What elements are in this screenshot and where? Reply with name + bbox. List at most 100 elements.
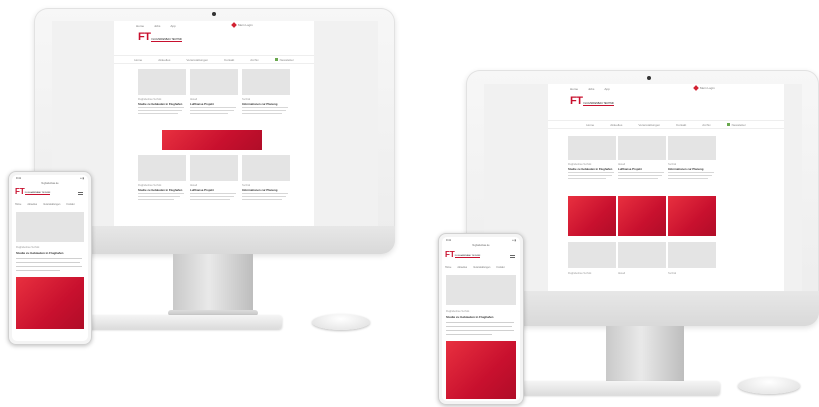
article-red-image[interactable] <box>16 277 84 329</box>
text-line <box>446 334 492 335</box>
login-label: Mein Login <box>700 86 715 90</box>
website-right: Home Jobs App Mein Login FT FLUGHAFENBAU… <box>548 84 784 291</box>
newsletter-icon <box>274 57 278 61</box>
article-image <box>668 136 716 160</box>
article-card[interactable]: Technik <box>668 242 716 291</box>
text-line <box>190 193 236 194</box>
main-nav-item[interactable]: Aktuelles <box>158 58 170 62</box>
article-meta: Technik <box>242 184 251 187</box>
article-meta: Flughafenbau Technik <box>138 184 162 187</box>
newsletter-icon <box>726 122 730 126</box>
top-nav-item[interactable]: App <box>604 87 609 91</box>
top-nav-item[interactable]: Home <box>570 87 578 91</box>
article-meta: Flughafenbau Technik <box>446 310 470 313</box>
imac-right-screen: Home Jobs App Mein Login FT FLUGHAFENBAU… <box>484 84 802 291</box>
main-nav-item[interactable]: Home <box>134 58 142 62</box>
main-nav-item[interactable]: Kontakt <box>676 123 686 127</box>
article-card[interactable]: Aktuell Lufthansa Projekt <box>190 155 238 225</box>
text-line <box>618 172 664 173</box>
imac-left-screen: Home Jobs App Mein Login FT FLUGHAFENBAU… <box>52 21 378 226</box>
text-line <box>190 113 228 114</box>
mouse-left <box>312 314 370 330</box>
login-link[interactable]: Mein Login <box>693 85 715 91</box>
phone-nav-item[interactable]: Aktuelles <box>457 266 467 269</box>
article-card[interactable]: Aktuell <box>618 242 666 291</box>
main-nav-item-newsletter[interactable]: Newsletter <box>274 57 294 62</box>
article-meta: Aktuell <box>618 163 626 166</box>
text-line <box>138 199 174 200</box>
article-card[interactable]: Technik Informationen zur Planung <box>242 69 290 139</box>
article-meta: Flughafenbau Technik <box>138 98 162 101</box>
article-image <box>568 242 616 268</box>
article-image <box>618 242 666 268</box>
article-meta: Aktuell <box>190 184 198 187</box>
phone-nav-item[interactable]: Kontakt <box>66 203 74 206</box>
phone-nav-item[interactable]: Veranstaltungen <box>473 266 490 269</box>
phone-right-screen: 9:41 ▪▪ ▮ flughafenbau.de FT FLUGHAFENBA… <box>442 237 520 401</box>
text-line <box>568 172 614 173</box>
status-time: 9:41 <box>16 176 22 180</box>
article-card[interactable]: Aktuell Lufthansa Projekt <box>190 69 238 139</box>
site-logo[interactable]: FT FLUGHAFENBAU TECHNIK <box>15 187 51 196</box>
text-line <box>242 110 286 111</box>
top-nav-item[interactable]: Jobs <box>588 87 594 91</box>
text-line <box>190 196 234 197</box>
article-image <box>446 275 516 305</box>
phone-left: 9:41 ▪▪ ▮ flughafenbau.de FT FLUGHAFENBA… <box>8 171 92 345</box>
logo-letters: FT <box>445 250 455 259</box>
main-nav-item[interactable]: Veranstaltungen <box>638 123 660 127</box>
phone-nav-item[interactable]: Home <box>445 266 451 269</box>
article-image <box>242 69 290 95</box>
article-card[interactable]: Flughafenbau Technik Studie zu Gebäuden … <box>138 69 186 139</box>
url-bar[interactable]: flughafenbau.de <box>472 244 489 247</box>
article-red-image[interactable] <box>446 341 516 399</box>
article-title: Informationen zur Planung <box>242 102 278 106</box>
article-card[interactable]: Flughafenbau Technik Studie zu Gebäuden … <box>138 155 186 225</box>
text-line <box>242 113 282 114</box>
site-logo[interactable]: FT FLUGHAFENBAU TECHNIK <box>445 250 481 259</box>
login-link[interactable]: Mein Login <box>231 22 253 28</box>
article-red-image[interactable] <box>618 196 666 236</box>
article-image <box>138 155 186 181</box>
phone-nav-item[interactable]: Veranstaltungen <box>43 203 60 206</box>
phone-nav-item[interactable]: Home <box>15 203 21 206</box>
article-meta: Flughafenbau Technik <box>16 246 40 249</box>
article-card[interactable]: Technik Informationen zur Planung <box>242 155 290 225</box>
main-nav-item[interactable]: Home <box>586 123 594 127</box>
menu-icon[interactable] <box>510 255 515 258</box>
heart-icon <box>693 85 699 91</box>
main-nav-item-newsletter[interactable]: Newsletter <box>726 122 746 127</box>
article-red-image[interactable] <box>568 196 616 236</box>
text-line <box>446 326 512 327</box>
main-nav-item[interactable]: Archiv <box>702 123 710 127</box>
main-nav-item[interactable]: Aktuelles <box>610 123 622 127</box>
article-title: Informationen zur Planung <box>668 167 704 171</box>
phone-nav-item[interactable]: Kontakt <box>496 266 504 269</box>
main-nav-item[interactable]: Veranstaltungen <box>186 58 208 62</box>
signal-icon: ▪▪ ▮ <box>512 238 516 242</box>
site-logo[interactable]: FT FLUGHAFENBAU TECHNIK <box>570 96 614 107</box>
logo-tagline: FLUGHAFENBAU TECHNIK <box>454 255 481 258</box>
promo-banner[interactable] <box>162 130 262 150</box>
article-title: Lufthansa Projekt <box>190 188 214 192</box>
top-nav-item[interactable]: Home <box>136 24 144 28</box>
imac-left-stand <box>173 254 253 312</box>
main-nav-item[interactable]: Kontakt <box>224 58 234 62</box>
phone-nav-item[interactable]: Aktuelles <box>27 203 37 206</box>
top-nav: Home Jobs App <box>114 21 314 31</box>
logo-tagline: FLUGHAFENBAU TECHNIK <box>583 102 614 106</box>
site-logo[interactable]: FT FLUGHAFENBAU TECHNIK <box>138 32 182 43</box>
text-line <box>242 199 282 200</box>
top-nav-item[interactable]: Jobs <box>154 24 160 28</box>
article-meta: Flughafenbau Technik <box>568 163 592 166</box>
article-card[interactable]: Flughafenbau Technik <box>568 242 616 291</box>
menu-icon[interactable] <box>78 192 83 195</box>
url-bar[interactable]: flughafenbau.de <box>41 182 58 185</box>
text-line <box>138 110 182 111</box>
top-nav-item[interactable]: App <box>170 24 175 28</box>
status-time: 9:41 <box>446 238 452 242</box>
main-nav-item[interactable]: Archiv <box>250 58 258 62</box>
article-red-image[interactable] <box>668 196 716 236</box>
text-line <box>190 199 230 200</box>
logo-letters: FT <box>15 187 25 196</box>
